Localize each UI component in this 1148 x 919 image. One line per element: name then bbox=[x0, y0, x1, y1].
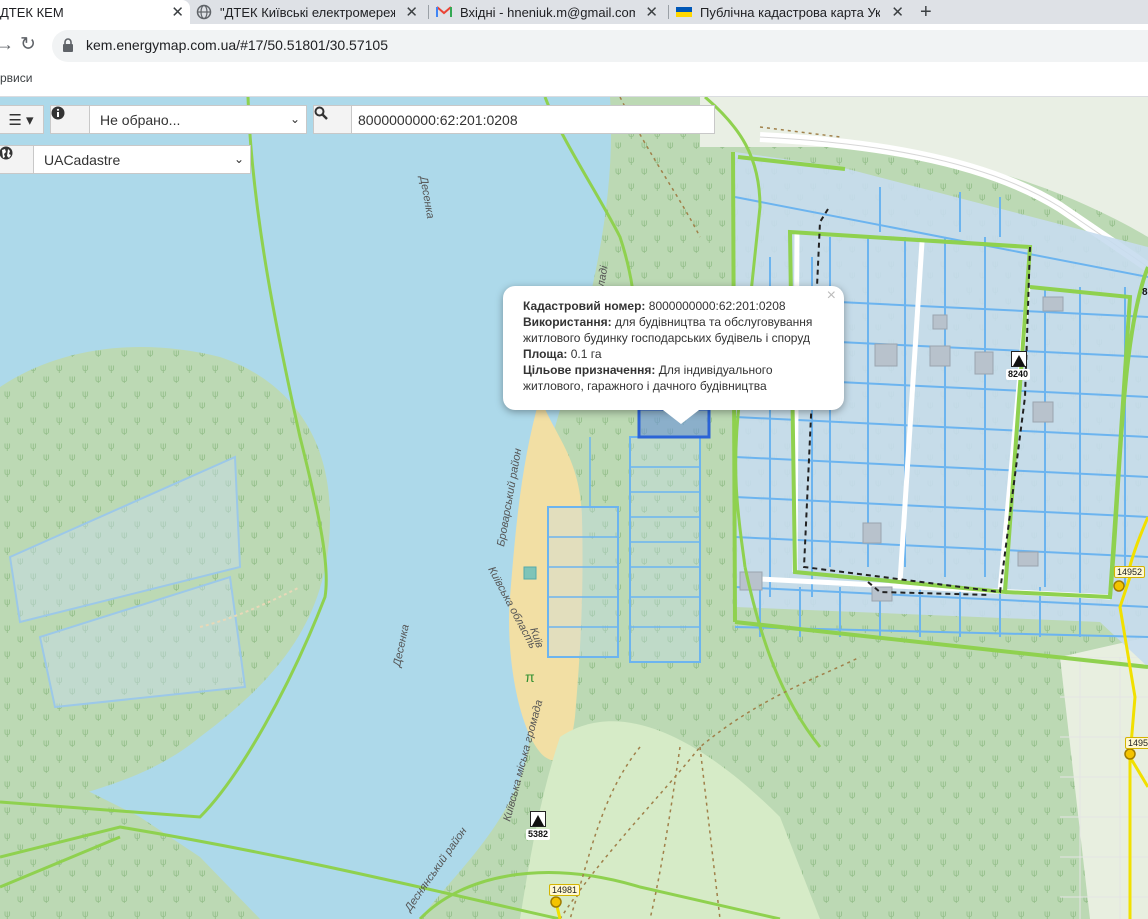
purpose-label: Цільове призначення: bbox=[523, 363, 656, 377]
edge-label: 8 bbox=[1142, 287, 1148, 298]
cadastral-number-label: Кадастровий номер: bbox=[523, 299, 646, 313]
hamburger-icon: ☰ ▾ bbox=[8, 111, 34, 129]
layer-select[interactable]: Не обрано... ⌄ bbox=[89, 105, 307, 134]
chevron-down-icon: ⌄ bbox=[289, 112, 300, 126]
ukraine-flag-icon bbox=[676, 4, 692, 20]
purpose-value-line2: житлового, гаражного і дачного будівницт… bbox=[523, 379, 767, 393]
chevron-down-icon: ⌄ bbox=[233, 152, 244, 166]
area-row: Площа: 0.1 га bbox=[523, 346, 824, 362]
globe-icon bbox=[0, 146, 13, 160]
basemap-select-value: UACadastre bbox=[44, 151, 121, 168]
search-icon bbox=[314, 106, 328, 120]
address-bar[interactable]: kem.energymap.com.ua/#17/50.51801/30.571… bbox=[52, 30, 1148, 62]
tab-dtek-kyiv[interactable]: "ДТЕК Київські електромережі" ✕ bbox=[196, 0, 424, 24]
layer-select-value: Не обрано... bbox=[100, 111, 181, 128]
popup-pointer bbox=[663, 410, 699, 424]
tab-title: ДТЕК КЕМ bbox=[0, 4, 64, 20]
browser-toolbar: → ↻ kem.energymap.com.ua/#17/50.51801/30… bbox=[0, 24, 1148, 68]
basemap-button[interactable] bbox=[0, 145, 34, 174]
close-icon[interactable]: ✕ bbox=[891, 3, 904, 21]
map-canvas[interactable]: ψ ψ bbox=[0, 97, 1148, 919]
bookmarks-bar: рвиси bbox=[0, 68, 1148, 97]
area-label: Площа: bbox=[523, 347, 568, 361]
close-icon[interactable]: × bbox=[827, 288, 836, 304]
tab-dtek-kem[interactable]: ДТЕК КЕМ ✕ bbox=[0, 0, 190, 24]
pole-label: 14952 bbox=[1114, 566, 1146, 578]
cadastral-number-row: Кадастровий номер: 8000000000:62:201:020… bbox=[523, 298, 824, 314]
close-icon[interactable]: ✕ bbox=[171, 3, 184, 21]
back-arrow-icon[interactable]: → bbox=[0, 34, 14, 55]
info-button[interactable] bbox=[50, 105, 90, 134]
url-text: kem.energymap.com.ua/#17/50.51801/30.571… bbox=[86, 37, 388, 53]
pole-label: 1495 bbox=[1125, 737, 1148, 749]
marker-label: 8240 bbox=[1006, 369, 1031, 380]
picnic-icon: π bbox=[525, 669, 535, 685]
search-input-value: 8000000000:62:201:0208 bbox=[358, 111, 518, 128]
search-button[interactable] bbox=[313, 105, 352, 134]
reload-icon[interactable]: ↻ bbox=[20, 33, 36, 56]
info-icon bbox=[51, 106, 65, 120]
tab-title: Вхідні - hneniuk.m@gmail.com - bbox=[460, 4, 635, 20]
map-layer: ψ ψ bbox=[0, 97, 1148, 919]
tab-gmail[interactable]: Вхідні - hneniuk.m@gmail.com - ✕ bbox=[436, 0, 664, 24]
cadastral-number-value: 8000000000:62:201:0208 bbox=[648, 299, 786, 313]
cadastral-search-input[interactable]: 8000000000:62:201:0208 bbox=[351, 105, 715, 134]
tab-strip: ДТЕК КЕМ ✕ "ДТЕК Київські електромережі"… bbox=[0, 0, 1148, 24]
tab-separator bbox=[668, 5, 669, 19]
basemap-select[interactable]: UACadastre ⌄ bbox=[33, 145, 251, 174]
gmail-icon bbox=[436, 4, 452, 20]
tab-separator bbox=[428, 5, 429, 19]
marker-label: 5382 bbox=[526, 829, 551, 840]
globe-icon bbox=[196, 4, 212, 20]
purpose-value: Для індивідуального bbox=[658, 363, 773, 377]
tab-cadastral-map[interactable]: Публічна кадастрова карта Укр ✕ bbox=[676, 0, 910, 24]
close-icon[interactable]: ✕ bbox=[405, 3, 418, 21]
tab-title: "ДТЕК Київські електромережі" bbox=[220, 4, 395, 20]
substation-marker[interactable] bbox=[530, 811, 546, 827]
parcel-info-popup: × Кадастровий номер: 8000000000:62:201:0… bbox=[503, 286, 844, 424]
usage-label: Використання: bbox=[523, 315, 612, 329]
tab-title: Публічна кадастрова карта Укр bbox=[700, 4, 880, 20]
usage-row: Використання: для будівництва та обслуго… bbox=[523, 314, 824, 330]
usage-value-line2: житлового будинку господарських будівель… bbox=[523, 331, 810, 345]
menu-button[interactable]: ☰ ▾ bbox=[0, 105, 44, 134]
substation-marker[interactable] bbox=[1011, 351, 1027, 367]
pole-label: 14981 bbox=[549, 884, 581, 896]
bookmark-item[interactable]: рвиси bbox=[0, 71, 32, 85]
lock-icon bbox=[63, 38, 73, 52]
close-icon[interactable]: ✕ bbox=[645, 3, 658, 21]
area-value: 0.1 га bbox=[570, 347, 602, 361]
new-tab-button[interactable]: + bbox=[920, 0, 932, 24]
purpose-row: Цільове призначення: Для індивідуального bbox=[523, 362, 824, 378]
usage-value: для будівництва та обслуговування bbox=[615, 315, 813, 329]
